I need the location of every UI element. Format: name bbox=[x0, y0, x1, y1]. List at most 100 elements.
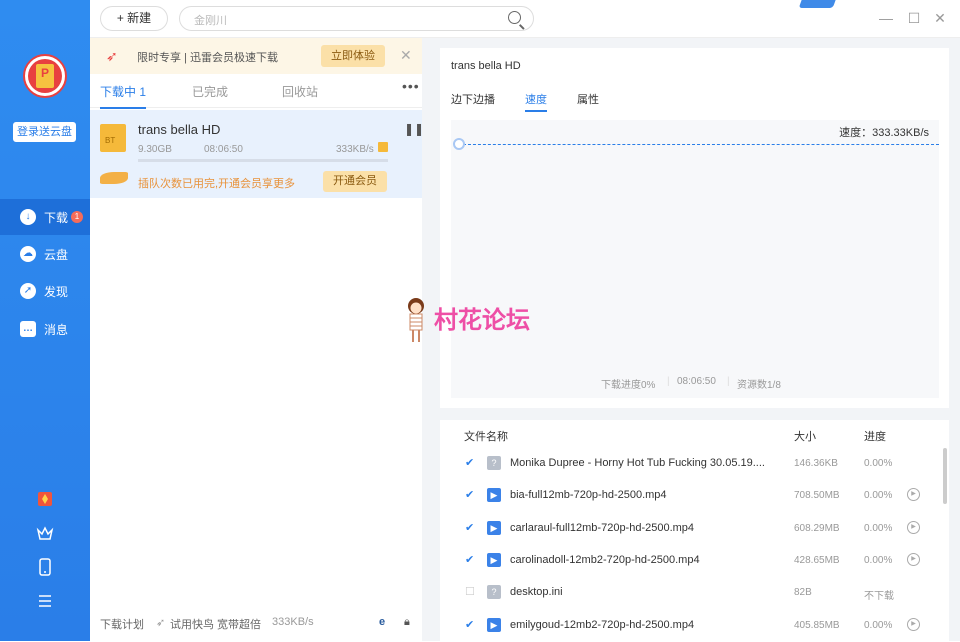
menu-icon[interactable] bbox=[35, 592, 55, 612]
file-name: carolinadoll-12mb2-720p-hd-2500.mp4 bbox=[510, 553, 700, 566]
avatar-image: P bbox=[28, 59, 62, 93]
divider: | bbox=[727, 376, 730, 387]
file-checkbox[interactable]: ✔ bbox=[465, 490, 476, 501]
video-file-icon: ▶ bbox=[487, 488, 501, 503]
file-name: bia-full12mb-720p-hd-2500.mp4 bbox=[510, 489, 667, 502]
app-logo bbox=[798, 0, 840, 8]
speed-chart: 速度：333.33KB/s 下载进度0% | 08:06:50 | 资源数1/8 bbox=[451, 120, 939, 398]
file-checkbox[interactable]: ☐ bbox=[465, 587, 476, 598]
pause-icon[interactable]: ❚❚ bbox=[404, 122, 424, 136]
file-size: 428.65MB bbox=[794, 554, 840, 566]
maximize-icon[interactable]: ☐ bbox=[906, 10, 922, 27]
nav-discover-label: 发现 bbox=[44, 284, 69, 299]
detail-panel: trans bella HD 边下边播 速度 属性 速度：333.33KB/s … bbox=[430, 38, 960, 641]
file-row[interactable]: ✔ ▶ carolinadoll-12mb2-720p-hd-2500.mp4 428… bbox=[440, 545, 949, 577]
promo-close-icon[interactable]: ✕ bbox=[400, 47, 412, 64]
task-progress-bar bbox=[138, 159, 388, 162]
speed-readout: 速度：333.33KB/s bbox=[839, 127, 929, 139]
file-checkbox[interactable]: ✔ bbox=[465, 522, 476, 534]
task-name: trans bella HD bbox=[138, 122, 221, 137]
download-progress-text: 下载进度0% bbox=[601, 380, 656, 391]
promo-try-button[interactable]: 立即体验 bbox=[321, 45, 385, 67]
search-icon[interactable] bbox=[508, 11, 521, 24]
cloud-icon: ☁ bbox=[20, 246, 36, 262]
task-size: 9.30GB bbox=[138, 144, 172, 155]
lock-icon[interactable]: 🔒︎ bbox=[404, 616, 410, 629]
speed-marker bbox=[453, 138, 465, 150]
download-tabs: 下载中 1 已完成 回收站 ••• bbox=[90, 74, 422, 109]
play-icon[interactable]: ▶ bbox=[907, 617, 920, 631]
file-progress: 0.00% bbox=[864, 522, 893, 534]
tab-properties[interactable]: 属性 bbox=[577, 91, 599, 107]
task-speed: 333KB/s bbox=[336, 144, 374, 155]
tab-speed[interactable]: 速度 bbox=[525, 91, 547, 112]
speed-line bbox=[463, 144, 939, 145]
browser-icon[interactable]: e bbox=[379, 616, 385, 628]
unknown-file-icon: ? bbox=[487, 456, 501, 470]
rocket-icon: ➶ bbox=[156, 617, 166, 629]
search-input[interactable]: 金刚川 bbox=[179, 6, 534, 31]
download-task-item[interactable]: BT trans bella HD ❚❚ 9.30GB 08:06:50 333… bbox=[90, 110, 424, 198]
file-size: 82B bbox=[794, 587, 812, 599]
download-count-badge: 1 bbox=[71, 211, 84, 223]
new-task-button[interactable]: + 新建 bbox=[100, 6, 168, 31]
tab-downloading[interactable]: 下载中 1 bbox=[100, 83, 147, 109]
file-progress: 0.00% bbox=[864, 619, 893, 631]
promo-banner: ➶ 限时专享 | 迅雷会员极速下载 立即体验 ✕ bbox=[90, 38, 422, 74]
play-icon[interactable]: ▶ bbox=[907, 552, 920, 566]
file-row[interactable]: ✔ ▶ emilygoud-12mb2-720p-hd-2500.mp4 405.85… bbox=[440, 610, 949, 642]
vip-open-button[interactable]: 开通会员 bbox=[323, 171, 387, 192]
nav-download[interactable]: ↓ 下载 1 bbox=[0, 199, 90, 235]
file-row[interactable]: ☐? desktop.ini 82B 不下载 bbox=[440, 577, 949, 609]
detail-title: trans bella HD bbox=[451, 60, 521, 72]
file-progress: 0.00% bbox=[864, 458, 893, 469]
header-size: 大小 bbox=[794, 431, 816, 443]
thunder-icon: ➶ bbox=[106, 48, 118, 64]
video-file-icon: ▶ bbox=[487, 520, 501, 535]
play-icon[interactable]: ▶ bbox=[907, 488, 920, 502]
tab-play-while-download[interactable]: 边下边播 bbox=[451, 91, 495, 107]
close-icon[interactable]: ✕ bbox=[932, 10, 948, 27]
tab-completed[interactable]: 已完成 bbox=[192, 83, 228, 100]
speedup-icon[interactable] bbox=[378, 142, 388, 152]
compass-icon: ➚ bbox=[20, 283, 36, 299]
avatar[interactable]: P bbox=[23, 54, 67, 98]
status-speed: 333KB/s bbox=[272, 616, 314, 628]
trial-speedup-link[interactable]: 试用快鸟 宽带超倍 bbox=[170, 616, 261, 632]
task-time: 08:06:50 bbox=[204, 144, 243, 155]
nav-messages[interactable]: … 消息 bbox=[0, 311, 90, 347]
download-plan-link[interactable]: 下载计划 bbox=[100, 616, 144, 632]
bt-file-icon: BT bbox=[100, 124, 126, 152]
file-name: Monika Dupree - Horny Hot Tub Fucking 30… bbox=[510, 457, 765, 469]
file-row[interactable]: ✔? Monika Dupree - Horny Hot Tub Fucking … bbox=[440, 448, 949, 480]
wing-icon bbox=[100, 172, 128, 184]
nav-download-label: 下载 bbox=[44, 210, 69, 225]
remaining-time: 08:06:50 bbox=[677, 376, 716, 387]
crown-icon[interactable] bbox=[35, 524, 55, 544]
minimize-icon[interactable]: — bbox=[878, 10, 894, 26]
tab-recycle[interactable]: 回收站 bbox=[282, 83, 318, 100]
file-progress: 0.00% bbox=[864, 554, 893, 566]
file-list-scrollbar[interactable] bbox=[943, 448, 947, 504]
nav-discover[interactable]: ➚ 发现 bbox=[0, 273, 90, 309]
sidebar: P 登录送云盘 ↓ 下载 1 ☁ 云盘 ➚ 发现 … 消息 bbox=[0, 0, 90, 641]
watermark-text: 村花论坛 bbox=[434, 307, 530, 334]
file-checkbox[interactable]: ✔ bbox=[465, 554, 476, 566]
play-icon[interactable]: ▶ bbox=[907, 520, 920, 534]
nav-cloud[interactable]: ☁ 云盘 bbox=[0, 236, 90, 272]
more-icon[interactable]: ••• bbox=[402, 78, 420, 94]
mobile-icon[interactable] bbox=[35, 558, 55, 578]
gift-icon[interactable] bbox=[35, 490, 55, 510]
file-row[interactable]: ✔ ▶ carlaraul-full12mb-720p-hd-2500.mp4 608… bbox=[440, 513, 949, 545]
file-checkbox[interactable]: ✔ bbox=[465, 458, 476, 469]
download-icon: ↓ bbox=[20, 209, 36, 225]
cloud-login-button[interactable]: 登录送云盘 bbox=[13, 122, 76, 142]
nav-cloud-label: 云盘 bbox=[44, 247, 69, 262]
file-size: 608.29MB bbox=[794, 522, 840, 534]
file-name: emilygoud-12mb2-720p-hd-2500.mp4 bbox=[510, 618, 695, 631]
file-checkbox[interactable]: ✔ bbox=[465, 619, 476, 631]
file-row[interactable]: ✔ ▶ bia-full12mb-720p-hd-2500.mp4 708.50MB 0… bbox=[440, 480, 949, 512]
source-count: 资源数1/8 bbox=[737, 380, 781, 391]
header-filename: 文件名称 bbox=[464, 431, 508, 443]
cartoon-girl-image bbox=[408, 298, 424, 342]
